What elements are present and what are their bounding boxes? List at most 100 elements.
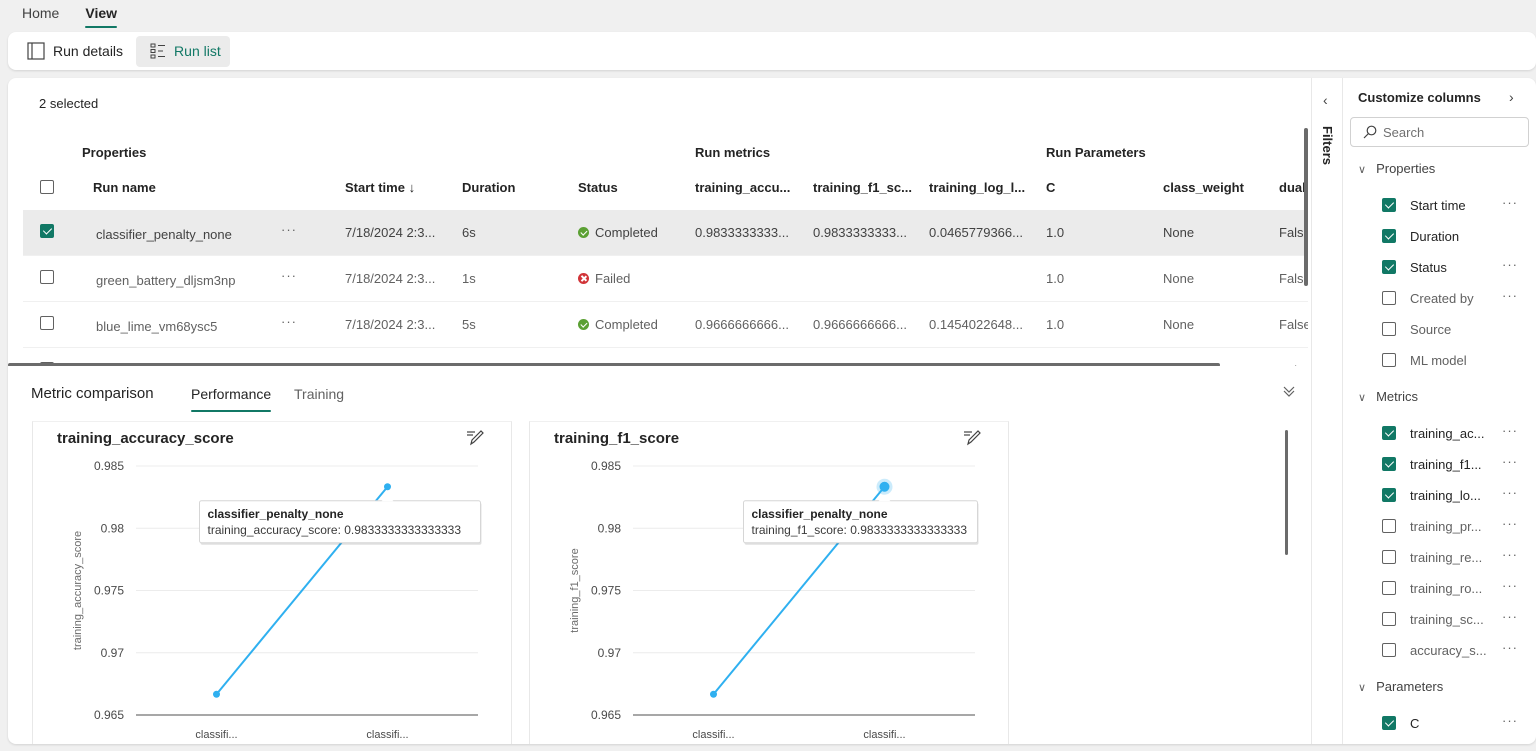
col-header-run-name[interactable]: Run name bbox=[93, 180, 156, 195]
column-search-input[interactable]: Search bbox=[1350, 117, 1529, 147]
more-options-icon[interactable]: ··· bbox=[1502, 713, 1518, 728]
more-options-icon[interactable]: ··· bbox=[1502, 578, 1518, 593]
column-checkbox[interactable] bbox=[1382, 488, 1396, 502]
cell-c: 1.0 bbox=[1046, 225, 1065, 240]
row-checkbox[interactable] bbox=[40, 316, 54, 330]
column-checkbox[interactable] bbox=[1382, 612, 1396, 626]
column-option[interactable]: Created by ··· bbox=[1382, 288, 1532, 310]
column-option[interactable]: Duration bbox=[1382, 228, 1532, 248]
cell-duration: 5s bbox=[462, 317, 476, 332]
column-option[interactable]: training_ro... ··· bbox=[1382, 578, 1532, 600]
column-option[interactable]: Status ··· bbox=[1382, 257, 1532, 279]
table-vertical-scrollbar[interactable] bbox=[1304, 128, 1308, 286]
column-checkbox[interactable] bbox=[1382, 716, 1396, 730]
table-row[interactable]: classifier_penalty_none 7/18/2024 2:3... 6… bbox=[23, 210, 1308, 256]
column-option[interactable]: training_pr... ··· bbox=[1382, 516, 1532, 538]
column-option-label: Created by bbox=[1410, 291, 1474, 306]
search-placeholder: Search bbox=[1383, 124, 1425, 140]
column-checkbox[interactable] bbox=[1382, 322, 1396, 336]
more-options-icon[interactable]: ··· bbox=[281, 268, 297, 283]
y-tick-label: 0.965 bbox=[591, 708, 621, 722]
column-option-label: Status bbox=[1410, 260, 1447, 275]
column-option[interactable]: accuracy_s... ··· bbox=[1382, 640, 1532, 662]
cell-training-accuracy: 0.9666666666... bbox=[695, 317, 789, 332]
tab-home[interactable]: Home bbox=[22, 0, 59, 28]
more-options-icon[interactable]: ··· bbox=[1502, 640, 1518, 655]
column-option[interactable]: Start time ··· bbox=[1382, 195, 1532, 217]
table-row[interactable]: blue_lime_vm68ysc5 7/18/2024 2:3... 5s 0.96… bbox=[23, 302, 1308, 348]
cell-run-name[interactable]: classifier_penalty_none bbox=[96, 227, 232, 242]
status-badge: Failed bbox=[578, 271, 630, 286]
section-header-metrics[interactable]: ∨ Metrics bbox=[1358, 389, 1418, 404]
column-checkbox[interactable] bbox=[1382, 291, 1396, 305]
column-checkbox[interactable] bbox=[1382, 229, 1396, 243]
more-options-icon[interactable]: ··· bbox=[1502, 609, 1518, 624]
cell-run-name[interactable]: blue_lime_vm68ysc5 bbox=[96, 319, 217, 334]
filters-label[interactable]: Filters bbox=[1320, 126, 1335, 165]
col-header-training-accuracy[interactable]: training_accu... bbox=[695, 180, 790, 195]
row-checkbox[interactable] bbox=[40, 224, 54, 238]
column-checkbox[interactable] bbox=[1382, 426, 1396, 440]
section-header-parameters[interactable]: ∨ Parameters bbox=[1358, 679, 1443, 694]
cell-duration: 1s bbox=[462, 271, 476, 286]
col-header-class-weight[interactable]: class_weight bbox=[1163, 180, 1244, 195]
more-options-icon[interactable]: ··· bbox=[1502, 454, 1518, 469]
run-list-button[interactable]: Run list bbox=[136, 35, 230, 67]
more-options-icon[interactable]: ··· bbox=[281, 314, 297, 329]
column-option[interactable]: training_lo... ··· bbox=[1382, 485, 1532, 507]
col-header-dual[interactable]: dual bbox=[1279, 180, 1306, 195]
more-options-icon[interactable]: ··· bbox=[1502, 423, 1518, 438]
col-header-start-time[interactable]: Start time ↓ bbox=[345, 180, 415, 195]
section-header-properties[interactable]: ∨ Properties bbox=[1358, 161, 1435, 176]
chart-card-training-accuracy: training_accuracy_score 0.985 0.98 0.975 0.… bbox=[32, 421, 512, 744]
more-options-icon[interactable]: ··· bbox=[1502, 485, 1518, 500]
column-checkbox[interactable] bbox=[1382, 643, 1396, 657]
col-header-status[interactable]: Status bbox=[578, 180, 618, 195]
col-header-duration[interactable]: Duration bbox=[462, 180, 515, 195]
col-header-training-log-loss[interactable]: training_log_l... bbox=[929, 180, 1025, 195]
column-option[interactable]: C ··· bbox=[1382, 713, 1532, 735]
tooltip-title: classifier_penalty_none bbox=[752, 507, 888, 521]
table-horizontal-scrollbar[interactable] bbox=[8, 363, 1220, 366]
column-checkbox[interactable] bbox=[1382, 457, 1396, 471]
run-list-label: Run list bbox=[174, 43, 221, 59]
check-circle-icon bbox=[578, 227, 589, 238]
column-option[interactable]: training_ac... ··· bbox=[1382, 423, 1532, 445]
collapse-panel-icon[interactable] bbox=[1282, 384, 1296, 401]
col-header-training-f1[interactable]: training_f1_sc... bbox=[813, 180, 912, 195]
select-all-checkbox[interactable] bbox=[40, 180, 54, 194]
more-options-icon[interactable]: ··· bbox=[281, 222, 297, 237]
more-options-icon[interactable]: ··· bbox=[1502, 547, 1518, 562]
chevron-right-icon[interactable]: › bbox=[1509, 89, 1514, 105]
column-option[interactable]: Source bbox=[1382, 321, 1532, 341]
column-checkbox[interactable] bbox=[1382, 519, 1396, 533]
col-header-c[interactable]: C bbox=[1046, 180, 1055, 195]
chart-area-scrollbar[interactable] bbox=[1285, 430, 1288, 555]
column-checkbox[interactable] bbox=[1382, 260, 1396, 274]
chart-plot: 0.985 0.98 0.975 0.97 0.965 training_accuracy… bbox=[72, 459, 482, 741]
column-checkbox[interactable] bbox=[1382, 581, 1396, 595]
cell-run-name[interactable]: green_battery_dljsm3np bbox=[96, 273, 235, 288]
column-option[interactable]: training_re... ··· bbox=[1382, 547, 1532, 569]
more-options-icon[interactable]: ··· bbox=[1502, 288, 1518, 303]
panel-icon bbox=[27, 42, 45, 60]
run-details-button[interactable]: Run details bbox=[13, 36, 132, 67]
more-options-icon[interactable]: ··· bbox=[1502, 516, 1518, 531]
column-checkbox[interactable] bbox=[1382, 353, 1396, 367]
cell-start-time: 7/18/2024 2:3... bbox=[345, 271, 436, 286]
table-row[interactable]: green_battery_dljsm3np 7/18/2024 2:3... 1s… bbox=[23, 256, 1308, 302]
tab-view[interactable]: View bbox=[85, 0, 117, 28]
column-option[interactable]: ML model bbox=[1382, 352, 1532, 372]
tab-training[interactable]: Training bbox=[294, 386, 344, 412]
column-checkbox[interactable] bbox=[1382, 550, 1396, 564]
y-axis-label: training_f1_score bbox=[569, 548, 581, 632]
tab-performance[interactable]: Performance bbox=[191, 386, 272, 412]
y-tick-label: 0.97 bbox=[101, 646, 125, 660]
row-checkbox[interactable] bbox=[40, 270, 54, 284]
chevron-left-icon[interactable]: ‹ bbox=[1323, 92, 1328, 108]
column-option[interactable]: training_f1... ··· bbox=[1382, 454, 1532, 476]
column-checkbox[interactable] bbox=[1382, 198, 1396, 212]
column-option[interactable]: training_sc... ··· bbox=[1382, 609, 1532, 631]
more-options-icon[interactable]: ··· bbox=[1502, 257, 1518, 272]
more-options-icon[interactable]: ··· bbox=[1502, 195, 1518, 210]
